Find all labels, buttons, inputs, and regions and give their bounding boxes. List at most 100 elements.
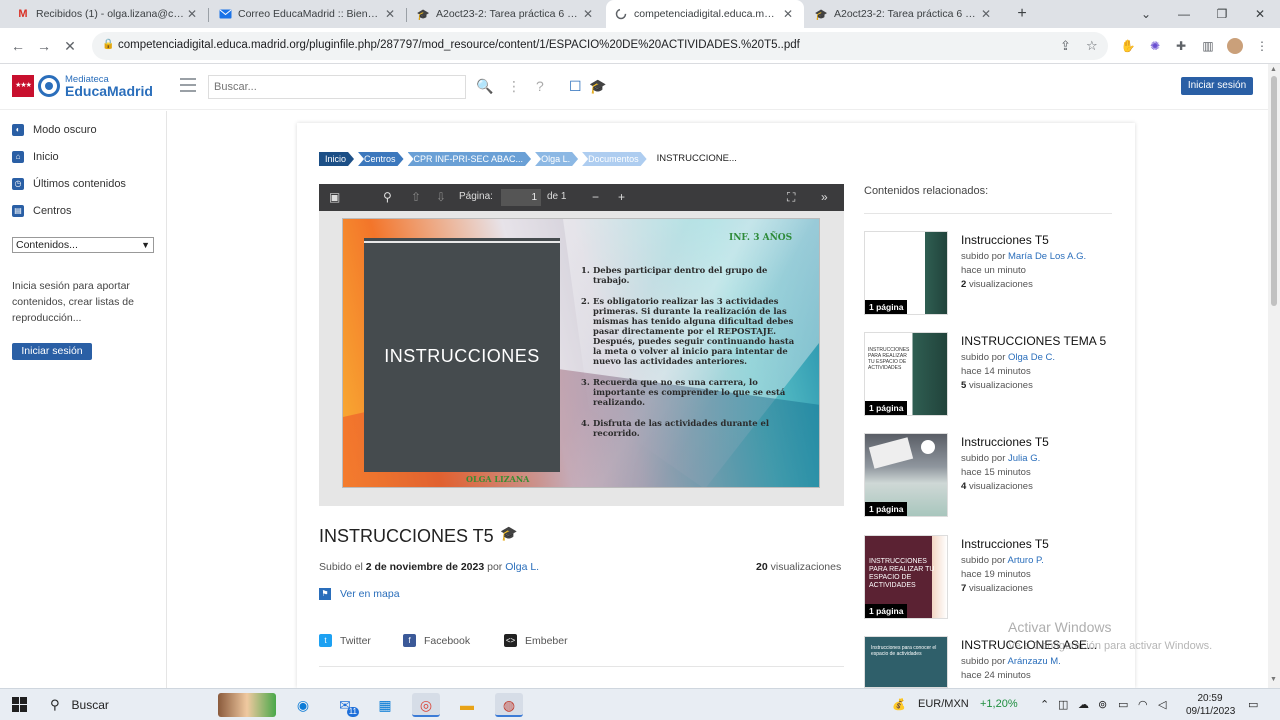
search-input[interactable]: [208, 75, 466, 99]
share-icon[interactable]: ⇪: [1060, 38, 1071, 54]
scrollbar-thumb[interactable]: [1271, 76, 1277, 306]
uploader-link[interactable]: María De Los A.G.: [1008, 251, 1086, 262]
share-embed[interactable]: <> Embeber: [504, 634, 568, 647]
search-icon[interactable]: 🔍: [476, 78, 493, 95]
file-explorer-icon[interactable]: ▬: [453, 693, 481, 717]
tools-chevron-icon[interactable]: »: [821, 190, 828, 204]
sidebar-login-button[interactable]: Iniciar sesión: [12, 343, 92, 360]
close-icon[interactable]: ✕: [780, 7, 796, 21]
lock-icon[interactable]: 🔒: [102, 39, 114, 50]
related-title[interactable]: Instrucciones T5: [961, 233, 1049, 247]
help-icon[interactable]: ?: [536, 78, 544, 94]
uploader-link[interactable]: Arturo P.: [1008, 555, 1044, 566]
close-window-button[interactable]: ✕: [1240, 0, 1280, 28]
stop-loading-button[interactable]: ✕: [58, 34, 82, 58]
chevron-up-icon[interactable]: ⌃: [1040, 698, 1049, 711]
educamadrid-logo-icon[interactable]: [38, 75, 60, 97]
store-icon[interactable]: ▦: [371, 693, 399, 717]
page-number-input[interactable]: 1: [501, 189, 541, 206]
tray-icon[interactable]: ⊚: [1098, 698, 1107, 711]
square-view-icon[interactable]: ☐: [569, 78, 582, 95]
related-item[interactable]: 1 página Instrucciones T5 subido por Mar…: [864, 231, 1124, 315]
sidebar-item-home[interactable]: ⌂ Inicio: [12, 149, 59, 165]
browser-menu-icon[interactable]: ⋮: [1254, 38, 1270, 54]
tab-tarea-1[interactable]: 🎓 A2oct23-2: Tarea práctica 6 - Ni... ✕: [408, 0, 604, 28]
related-thumbnail[interactable]: INSTRUCCIONES PARA REALIZAR TU ESPACIO D…: [864, 332, 948, 416]
taskbar-search[interactable]: ⚲ Buscar: [40, 693, 210, 717]
sidebar-toggle-icon[interactable]: ▣: [329, 190, 340, 204]
profile-avatar[interactable]: [1227, 38, 1243, 54]
logo-title[interactable]: EducaMadrid: [65, 83, 153, 99]
sidebar-item-dark-mode[interactable]: ◐ Modo oscuro: [12, 122, 97, 138]
sidebar-item-latest[interactable]: ◷ Últimos contenidos: [12, 176, 126, 192]
back-button[interactable]: ←: [6, 34, 30, 58]
breadcrumb-item[interactable]: CPR INF-PRI-SEC ABAC...: [408, 152, 532, 166]
uploader-link[interactable]: Olga De C.: [1008, 352, 1055, 363]
breadcrumb-item[interactable]: Centros: [358, 152, 404, 166]
bookmark-star-icon[interactable]: ☆: [1086, 38, 1098, 54]
contents-select[interactable]: Contenidos... ▼: [12, 237, 154, 253]
chrome-icon[interactable]: ◎: [412, 693, 440, 717]
windows-start-icon[interactable]: [12, 697, 28, 713]
maximize-button[interactable]: ❐: [1202, 0, 1242, 28]
tray-icon[interactable]: ☁: [1078, 698, 1089, 711]
share-facebook[interactable]: f Facebook: [403, 634, 470, 647]
forward-button[interactable]: →: [32, 34, 56, 58]
taskbar-widget-image[interactable]: [218, 693, 276, 717]
tab-tarea-2[interactable]: 🎓 A2oct23-2: Tarea práctica 6 - Ni... ✕: [806, 0, 1002, 28]
mail-app-icon[interactable]: ✉ 11: [331, 693, 359, 717]
tab-correo[interactable]: Correo EducaMadrid :: Bienveni... ✕: [210, 0, 406, 28]
sidebar-item-centers[interactable]: ▤ Centros: [12, 203, 72, 219]
extensions-puzzle-icon[interactable]: ✚: [1173, 38, 1189, 54]
tray-icon[interactable]: ◫: [1058, 698, 1068, 711]
close-icon[interactable]: ✕: [184, 7, 200, 21]
login-button[interactable]: Iniciar sesión: [1181, 77, 1253, 95]
related-thumbnail[interactable]: 1 página: [864, 433, 948, 517]
related-item[interactable]: INSTRUCCIONES PARA REALIZAR TU ESPACIO D…: [864, 332, 1124, 416]
notifications-icon[interactable]: ▭: [1248, 698, 1258, 711]
uploader-link[interactable]: Julia G.: [1008, 453, 1040, 464]
new-tab-button[interactable]: +: [1012, 4, 1032, 24]
tab-gmail[interactable]: M Recibidos (1) - olga.lizana@cole... ✕: [8, 0, 208, 28]
close-icon[interactable]: ✕: [382, 7, 398, 21]
edge-icon[interactable]: ◉: [289, 693, 317, 717]
breadcrumb-item[interactable]: Inicio: [319, 152, 354, 166]
breadcrumb-item[interactable]: Documentos: [582, 152, 647, 166]
previous-page-icon[interactable]: ⇧: [411, 190, 421, 204]
related-thumbnail[interactable]: Instrucciones para conocer el espacio de…: [864, 636, 948, 688]
screen-recorder-icon[interactable]: ◍: [495, 693, 523, 717]
uploader-link[interactable]: Aránzazu M.: [1008, 656, 1061, 667]
related-title[interactable]: Instrucciones T5: [961, 435, 1049, 449]
hamburger-menu-icon[interactable]: [180, 78, 196, 92]
fullscreen-icon[interactable]: ⛶: [787, 190, 795, 205]
graduation-cap-icon[interactable]: 🎓: [589, 78, 606, 95]
volume-icon[interactable]: ◁: [1158, 698, 1166, 711]
search-icon[interactable]: ⚲: [383, 190, 392, 204]
share-twitter[interactable]: t Twitter: [319, 634, 371, 647]
related-title[interactable]: Instrucciones T5: [961, 537, 1049, 551]
minimize-button[interactable]: —: [1164, 0, 1204, 28]
page-scrollbar[interactable]: ▲ ▼: [1268, 64, 1280, 688]
close-icon[interactable]: ✕: [978, 7, 994, 21]
scroll-up-icon[interactable]: ▲: [1270, 66, 1277, 73]
author-link[interactable]: Olga L.: [505, 561, 539, 573]
related-item[interactable]: 1 página Instrucciones T5 subido por Jul…: [864, 433, 1124, 517]
battery-icon[interactable]: ▭: [1118, 698, 1128, 711]
taskbar-clock[interactable]: 20:59 09/11/2023: [1186, 692, 1235, 718]
side-panel-icon[interactable]: ▥: [1200, 38, 1216, 54]
wifi-icon[interactable]: ◠: [1138, 698, 1148, 711]
related-title[interactable]: INSTRUCCIONES TEMA 5: [961, 334, 1106, 348]
extension-gear-icon[interactable]: ✺: [1147, 38, 1163, 54]
next-page-icon[interactable]: ⇩: [436, 190, 446, 204]
currency-pair[interactable]: EUR/MXN: [918, 698, 969, 710]
address-bar[interactable]: 🔒 competenciadigital.educa.madrid.org/pl…: [92, 32, 1108, 60]
more-vertical-icon[interactable]: ⋮: [507, 78, 521, 95]
comunidad-madrid-logo[interactable]: ★★★: [12, 75, 34, 97]
zoom-out-icon[interactable]: −: [592, 190, 599, 204]
extension-hand-icon[interactable]: ✋: [1120, 38, 1136, 54]
tab-search-icon[interactable]: ⌄: [1126, 0, 1166, 28]
scroll-down-icon[interactable]: ▼: [1270, 676, 1277, 683]
zoom-in-icon[interactable]: +: [618, 190, 625, 204]
tab-competencia-active[interactable]: competenciadigital.educa.madrid... ✕: [606, 0, 804, 28]
map-link[interactable]: ⚑ Ver en mapa: [319, 588, 400, 600]
